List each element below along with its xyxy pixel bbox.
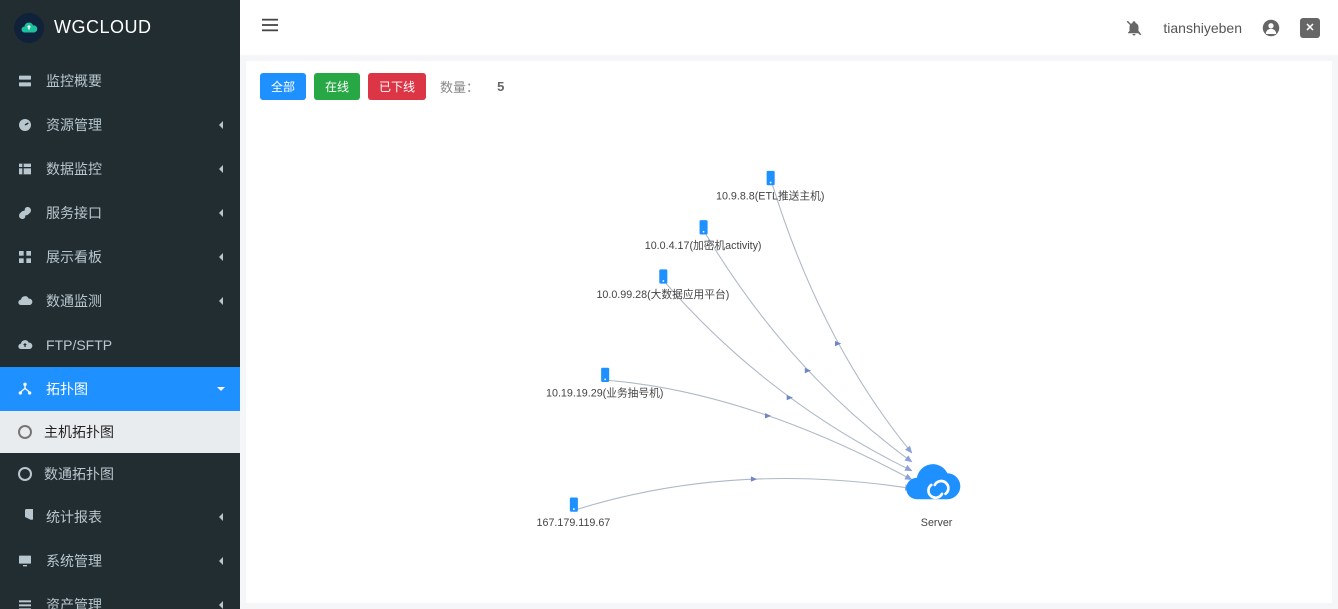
menu-toggle-button[interactable] [258,14,282,41]
topology-edge [772,183,912,452]
host-label: 167.179.119.67 [537,517,611,529]
chevron-icon [216,553,226,569]
host-node-3[interactable] [601,368,609,382]
topbar: tianshiyeben ✕ [240,0,1338,55]
sidebar-item-label: 展示看板 [46,247,102,267]
host-node-2[interactable] [659,269,667,283]
brand-logo-icon [14,13,44,43]
chevron-icon [216,293,226,309]
nav: 监控概要资源管理数据监控服务接口展示看板数通监测 FTP/SFTP 拓扑图主机拓扑图… [0,55,240,609]
sidebar-item-2[interactable]: 数据监控 [0,147,240,191]
sidebar-item-4[interactable]: 展示看板 [0,235,240,279]
logout-button[interactable]: ✕ [1300,18,1320,38]
host-label: 10.0.99.28(大数据应用平台) [596,288,729,301]
edge-arrow-icon [765,413,771,418]
host-label: 10.0.4.17(加密机activity) [645,239,762,252]
host-node-0[interactable] [767,171,775,185]
sidebar-item-5[interactable]: 数通监测 [0,279,240,323]
user-icon[interactable] [1262,19,1280,37]
ring-icon [18,425,32,439]
count-value: 5 [497,79,504,94]
chevron-icon [216,509,226,525]
ring-icon [18,467,32,481]
sidebar-item-label: 服务接口 [46,203,102,223]
sidebar-item-9[interactable]: 系统管理 [0,539,240,583]
sidebar: WGCLOUD 监控概要资源管理数据监控服务接口展示看板数通监测 FTP/SFTP… [0,0,240,609]
server-node[interactable] [906,464,960,499]
topology-canvas[interactable]: 10.9.8.8(ETL推送主机) 10.0.4.17(加密机activity) 1… [246,111,1332,603]
panel: 全部 在线 已下线 数量： 5 10.9.8.8(ETL推送主机) 10.0.4.… [246,61,1332,603]
sidebar-item-label: 拓扑图 [46,379,88,399]
sidebar-item-0[interactable]: 监控概要 [0,59,240,103]
sidebar-item-7[interactable]: 拓扑图 [0,367,240,411]
username-label[interactable]: tianshiyeben [1163,20,1242,36]
sidebar-item-label: 资源管理 [46,115,102,135]
host-node-4[interactable] [570,497,578,511]
chevron-icon [216,381,226,397]
brand[interactable]: WGCLOUD [0,0,240,55]
sidebar-item-label: 资产管理 [46,595,102,609]
table-icon [16,160,34,178]
chevron-icon [216,117,226,133]
sidebar-subitem-label: 主机拓扑图 [44,422,114,442]
topology-edge [665,282,912,471]
host-label: 10.9.8.8(ETL推送主机) [716,190,824,203]
chevron-icon [216,249,226,265]
topology-edge [705,233,912,462]
brand-name: WGCLOUD [54,17,152,38]
link-icon [16,204,34,222]
sidebar-item-1[interactable]: 资源管理 [0,103,240,147]
filter-offline-button[interactable]: 已下线 [368,73,426,100]
list-icon [16,596,34,609]
sidebar-subitem-0[interactable]: 主机拓扑图 [0,411,240,453]
host-node-1[interactable] [700,220,708,234]
chevron-icon [216,161,226,177]
sidebar-item-3[interactable]: 服务接口 [0,191,240,235]
filter-online-button[interactable]: 在线 [314,73,360,100]
chevron-icon [216,205,226,221]
server-icon [16,72,34,90]
sidebar-item-label: 数通监测 [46,291,102,311]
sidebar-subitem-label: 数通拓扑图 [44,464,114,484]
host-label: 10.19.19.29(业务抽号机) [546,386,663,399]
sidebar-item-label: 数据监控 [46,159,102,179]
sidebar-item-label: 统计报表 [46,507,102,527]
sidebar-item-8[interactable]: 统计报表 [0,495,240,539]
count-label: 数量： [440,77,479,96]
dashboard-icon [16,116,34,134]
sidebar-item-label: 监控概要 [46,71,102,91]
grid-icon [16,248,34,266]
edge-arrow-icon [751,476,757,481]
content: 全部 在线 已下线 数量： 5 10.9.8.8(ETL推送主机) 10.0.4.… [240,55,1338,609]
server-label: Server [921,517,953,529]
sidebar-item-6[interactable]: FTP/SFTP [0,323,240,367]
cloud-up-icon [16,336,34,354]
topology-icon [16,380,34,398]
cloud-icon [16,292,34,310]
filter-all-button[interactable]: 全部 [260,73,306,100]
sidebar-item-label: 系统管理 [46,551,102,571]
topology-edge [575,479,911,510]
sidebar-subitem-1[interactable]: 数通拓扑图 [0,453,240,495]
filter-bar: 全部 在线 已下线 数量： 5 [246,61,1332,112]
sidebar-item-10[interactable]: 资产管理 [0,583,240,609]
sidebar-item-label: FTP/SFTP [46,337,112,353]
monitor-icon [16,552,34,570]
close-icon: ✕ [1300,18,1320,38]
bell-off-icon[interactable] [1125,19,1143,37]
chevron-icon [216,597,226,609]
pie-icon [16,508,34,526]
